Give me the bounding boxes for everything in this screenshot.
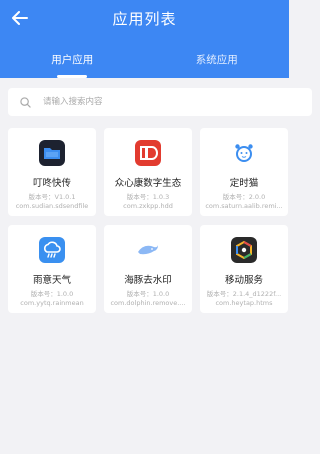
page-title: 应用列表	[112, 10, 177, 28]
app-grid: 叮咚快传 版本号：V1.0.1 com.sudian.sdsendfile 众心…	[8, 128, 288, 313]
app-package: com.zxkpp.hdd	[123, 202, 173, 210]
app-version: 版本号：1.0.3	[126, 193, 170, 201]
app-name: 定时猫	[229, 178, 259, 189]
app-package: com.dolphin.remove....	[110, 299, 186, 307]
app-card[interactable]: 雨意天气 版本号：1.0.0 com.yytq.rainmean	[8, 225, 96, 313]
app-card[interactable]: 众心康数字生态 版本号：1.0.3 com.zxkpp.hdd	[104, 128, 192, 216]
cloud-rain-icon	[39, 237, 65, 263]
app-name: 众心康数字生态	[114, 178, 182, 189]
app-version: 版本号：2.1.4_d1222f...	[206, 290, 282, 298]
search-icon	[20, 96, 31, 108]
tab-bar: 用户应用 系统应用	[0, 50, 289, 78]
app-version: 版本号：2.0.0	[222, 193, 266, 201]
brand-logo-icon	[135, 140, 161, 166]
search-input[interactable]	[41, 96, 245, 108]
app-version: 版本号：1.0.0	[126, 290, 170, 298]
app-name: 移动服务	[224, 275, 263, 286]
app-name: 叮咚快传	[32, 178, 71, 189]
tab-system-apps[interactable]: 系统应用	[145, 50, 290, 78]
app-name: 雨意天气	[32, 275, 71, 286]
app-package: com.sudian.sdsendfile	[15, 202, 89, 210]
search-bar[interactable]	[8, 88, 312, 116]
dolphin-icon	[135, 237, 161, 263]
tab-label: 系统应用	[195, 54, 238, 66]
app-card[interactable]: 叮咚快传 版本号：V1.0.1 com.sudian.sdsendfile	[8, 128, 96, 216]
folder-icon	[39, 140, 65, 166]
app-package: com.heytap.htms	[215, 299, 273, 307]
top-bar: 应用列表 用户应用 系统应用	[0, 0, 289, 78]
tab-label: 用户应用	[51, 54, 94, 66]
hexagon-icon	[231, 237, 257, 263]
app-card[interactable]: 定时猫 版本号：2.0.0 com.saturn.aalib.remi...	[200, 128, 288, 216]
tab-user-apps[interactable]: 用户应用	[0, 50, 145, 78]
app-card[interactable]: 移动服务 版本号：2.1.4_d1222f... com.heytap.htms	[200, 225, 288, 313]
alarm-cat-icon	[231, 140, 257, 166]
app-version: 版本号：1.0.0	[30, 290, 74, 298]
app-card[interactable]: 海豚去水印 版本号：1.0.0 com.dolphin.remove....	[104, 225, 192, 313]
app-name: 海豚去水印	[124, 275, 172, 286]
app-package: com.saturn.aalib.remi...	[205, 202, 283, 210]
app-version: 版本号：V1.0.1	[28, 193, 76, 201]
active-tab-indicator	[57, 75, 88, 78]
app-package: com.yytq.rainmean	[20, 299, 84, 307]
